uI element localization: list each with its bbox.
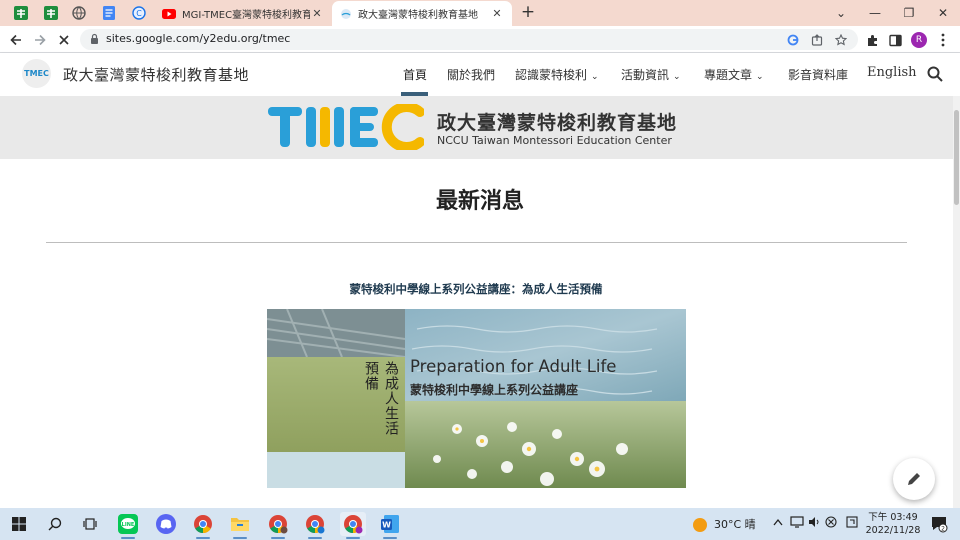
browser-toolbar: sites.google.com/y2edu.org/tmec R	[0, 26, 960, 53]
google-translate-icon[interactable]	[783, 30, 803, 50]
hero-vertical-text: 預備	[363, 361, 379, 391]
page-heading: 最新消息	[435, 189, 524, 214]
tab-mgi-tmec[interactable]: MGI-TMEC臺灣蒙特梭利教育基 ✕	[154, 1, 332, 26]
bookmark-star-icon[interactable]	[831, 30, 851, 50]
chrome-icon[interactable]	[190, 512, 216, 539]
nav-about[interactable]: 關於我們	[447, 66, 495, 83]
discord-icon[interactable]	[153, 512, 179, 536]
news-title[interactable]: 蒙特梭利中學線上系列公益講座：為成人生活預備	[0, 281, 952, 297]
restore-button[interactable]: ❐	[892, 0, 926, 26]
nav-home[interactable]: 首頁	[403, 66, 427, 83]
hero-illustration	[267, 309, 686, 488]
address-bar[interactable]: sites.google.com/y2edu.org/tmec	[80, 29, 858, 50]
hero-title-zh: 蒙特梭利中學線上系列公益講座	[410, 383, 579, 397]
chevron-down-icon: ⌄	[756, 72, 764, 82]
windows-taskbar: LINE W 30°C 晴 下午 03:49 2022/11/28 2	[0, 508, 960, 540]
nav-articles[interactable]: 專題文章 ⌄	[704, 66, 764, 83]
side-panel-icon[interactable]	[884, 29, 906, 51]
svg-text:C: C	[136, 9, 142, 18]
word-icon[interactable]: W	[377, 512, 403, 539]
header-banner: 政大臺灣蒙特梭利教育基地 NCCU Taiwan Montessori Educ…	[0, 96, 960, 159]
pinned-tab-app-icon[interactable]: C	[126, 3, 152, 23]
site-logo[interactable]: TMEC	[22, 59, 51, 88]
nav-english[interactable]: English	[867, 65, 917, 80]
hero-vertical-text: 為成人生活	[383, 361, 399, 436]
windows-start-icon[interactable]	[6, 512, 32, 536]
banner-title-en: NCCU Taiwan Montessori Education Center	[437, 134, 672, 147]
new-tab-button[interactable]: +	[518, 3, 538, 23]
profile-avatar[interactable]: R	[908, 29, 930, 51]
extensions-puzzle-icon[interactable]	[861, 29, 883, 51]
pencil-icon	[908, 473, 920, 485]
banner-title-zh: 政大臺灣蒙特梭利教育基地	[437, 112, 678, 134]
ime-icon[interactable]	[846, 516, 858, 531]
volume-icon[interactable]	[808, 516, 822, 531]
tab-search-chevron-icon[interactable]: ⌄	[824, 0, 858, 26]
network-icon[interactable]	[790, 516, 804, 531]
weather-text[interactable]: 30°C 晴	[714, 516, 756, 532]
notifications-icon[interactable]: 2	[926, 512, 952, 536]
tray-chevron-up-icon[interactable]	[773, 516, 783, 529]
site-favicon-icon	[341, 8, 351, 19]
forward-arrow-icon[interactable]	[29, 29, 51, 51]
tab-close-icon[interactable]: ✕	[490, 7, 504, 20]
tab-title: MGI-TMEC臺灣蒙特梭利教育基	[182, 10, 310, 21]
file-explorer-icon[interactable]	[227, 512, 253, 539]
pinned-tab-docs-icon[interactable]	[96, 3, 122, 23]
close-window-button[interactable]: ✕	[926, 0, 960, 26]
edit-pencil-button[interactable]	[893, 458, 935, 500]
stop-loading-icon[interactable]	[53, 29, 75, 51]
pinned-tab-sheets-icon[interactable]	[38, 3, 64, 23]
scrollbar-thumb[interactable]	[954, 110, 959, 205]
share-icon[interactable]	[807, 30, 827, 50]
site-header: TMEC 政大臺灣蒙特梭利教育基地 首頁 關於我們 認識蒙特梭利 ⌄ 活動資訊 ⌄ …	[0, 53, 960, 96]
chrome-profile-icon[interactable]	[302, 512, 328, 539]
search-icon[interactable]	[42, 512, 68, 536]
tab-title: 政大臺灣蒙特梭利教育基地	[358, 10, 478, 21]
task-view-icon[interactable]	[77, 512, 103, 536]
svg-text:W: W	[382, 521, 391, 530]
clock-time: 下午 03:49	[868, 512, 918, 523]
mute-icon[interactable]	[825, 516, 837, 531]
lock-icon[interactable]	[90, 33, 99, 45]
nav-events[interactable]: 活動資訊 ⌄	[621, 66, 681, 83]
tab-close-icon[interactable]: ✕	[310, 7, 324, 20]
divider	[46, 242, 907, 243]
youtube-icon	[162, 8, 176, 19]
browser-tab-strip: C MGI-TMEC臺灣蒙特梭利教育基 ✕ 政大臺灣蒙特梭利教育基地 ✕ + ⌄…	[0, 0, 960, 26]
line-app-icon[interactable]: LINE	[115, 512, 141, 539]
nav-media[interactable]: 影音資料庫	[788, 66, 848, 83]
tab-tmec-site[interactable]: 政大臺灣蒙特梭利教育基地 ✕	[332, 1, 512, 26]
system-clock[interactable]: 下午 03:49 2022/11/28	[860, 511, 926, 537]
clock-date: 2022/11/28	[865, 525, 921, 536]
back-arrow-icon[interactable]	[5, 29, 27, 51]
site-name[interactable]: 政大臺灣蒙特梭利教育基地	[63, 64, 249, 85]
svg-text:LINE: LINE	[122, 522, 135, 528]
news-hero-image[interactable]: Preparation for Adult Life 蒙特梭利中學線上系列公益講…	[267, 309, 686, 488]
search-icon[interactable]	[926, 65, 944, 83]
weather-sun-icon[interactable]	[692, 517, 708, 533]
url-text[interactable]: sites.google.com/y2edu.org/tmec	[106, 32, 290, 45]
notification-count: 2	[941, 526, 945, 533]
minimize-button[interactable]: —	[858, 0, 892, 26]
chevron-down-icon: ⌄	[591, 72, 599, 82]
chevron-down-icon: ⌄	[673, 72, 681, 82]
pinned-tab-globe-icon[interactable]	[66, 3, 92, 23]
pinned-tab-sheets-icon[interactable]	[8, 3, 34, 23]
browser-menu-icon[interactable]	[932, 29, 954, 51]
nav-montessori[interactable]: 認識蒙特梭利 ⌄	[515, 66, 599, 83]
tmec-logo	[268, 104, 424, 150]
hero-title-en: Preparation for Adult Life	[410, 357, 617, 376]
chrome-profile-icon[interactable]	[340, 512, 366, 539]
chrome-profile-icon[interactable]	[265, 512, 291, 539]
